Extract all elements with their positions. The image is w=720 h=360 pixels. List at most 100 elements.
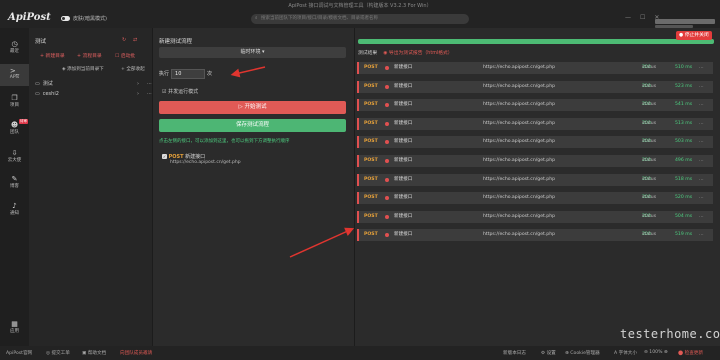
method-label: POST (364, 83, 378, 89)
maximize-icon[interactable]: ☐ (640, 14, 645, 21)
method-label: POST (364, 176, 378, 182)
chevron-right-icon[interactable]: › (137, 91, 139, 97)
rail-item-team[interactable]: 待审 ☻ 团队 (0, 119, 29, 135)
add-to-current-dir-button[interactable]: ◈ 添加到当前目录下 (62, 66, 104, 72)
rail-label: 项目 (10, 103, 19, 108)
api-url: https://echo.apipost.cn/get.php (483, 65, 556, 70)
api-name: 新建接口 (394, 213, 413, 219)
app-logo: ApiPost (8, 12, 51, 23)
collapse-all-button[interactable]: + 全部收起 (121, 66, 145, 72)
collapse-all-label: 全部收起 (126, 67, 145, 72)
results-header: 测试结果 ◉ 导出为测试报告（html格式） (358, 49, 453, 56)
minimize-icon[interactable]: — (625, 14, 631, 21)
invite-link[interactable]: 向团队成员邀请 (120, 350, 152, 356)
user-avatar-redacted[interactable] (655, 19, 715, 24)
response-size: … (699, 176, 704, 182)
status-dot-icon (385, 214, 389, 219)
cookie-manager-link[interactable]: ⊕ Cookie管理器 (565, 350, 600, 356)
changelog-link[interactable]: 新版本日志 (503, 350, 526, 356)
response-time: 496 ms (675, 158, 693, 163)
response-time: 503 ms (675, 139, 693, 145)
method-label: POST (364, 139, 378, 145)
folder-icon: ▭ (35, 80, 40, 87)
new-dir-button[interactable]: + 新建目录 (40, 52, 65, 59)
method-label: POST (364, 120, 378, 126)
result-row[interactable]: POST 新建接口 https://echo.apipost.cn/get.php s… (357, 117, 713, 130)
font-size-link[interactable]: A 字体大小 (614, 350, 637, 356)
method-label: POST (364, 158, 378, 163)
status-prefix: status (642, 120, 657, 126)
response-time: 518 ms (675, 176, 693, 182)
sync-icon[interactable]: ⇄ (133, 37, 137, 43)
result-row[interactable]: POST 新建接口 https://echo.apipost.cn/get.php s… (357, 229, 713, 242)
status-dot-icon (385, 233, 389, 238)
launch-batch-button[interactable]: ☐ 启动批 (115, 52, 135, 59)
tree-item-label: 测试 (42, 81, 53, 87)
result-row[interactable]: POST 新建接口 https://echo.apipost.cn/get.php s… (357, 155, 713, 167)
api-name: 新建接口 (394, 120, 413, 126)
tree-item-label: ceshi2 (42, 91, 59, 97)
rail-label: 云大使 (7, 158, 22, 163)
rail-item-project[interactable]: ❐ 项目 (0, 94, 29, 108)
status-dot-icon (385, 177, 389, 182)
status-code: status 200 (642, 62, 656, 74)
refresh-icon[interactable]: ↻ (122, 37, 126, 43)
api-name: 新建接口 (394, 232, 413, 238)
response-size: … (699, 158, 704, 163)
export-report-link[interactable]: ◉ 导出为测试报告（html格式） (383, 49, 452, 56)
help-docs-link[interactable]: ▣ 帮助文档 (82, 350, 106, 356)
rail-item-cloud[interactable]: ⇩ 云大使 (0, 149, 29, 163)
submit-ticket-link[interactable]: ◎ 提交工单 (46, 350, 70, 356)
search-input[interactable]: ⌕ 搜索当前团队下的项目/接口/目录/模板文档、目录或者名称 (251, 14, 469, 24)
result-row[interactable]: POST 新建接口 https://echo.apipost.cn/get.php s… (357, 62, 713, 74)
toggle-icon[interactable] (61, 16, 70, 21)
status-code: status 200 (642, 211, 656, 223)
rail-item-blog[interactable]: ✎ 博客 (0, 175, 29, 189)
status-code: status 200 (642, 229, 656, 241)
terminal-icon: >_ (9, 67, 20, 75)
rail-item-recent[interactable]: ◷ 最近 (0, 40, 29, 54)
response-size: … (699, 83, 704, 89)
tree-item[interactable]: ▭ ceshi2 › ⋯ (35, 91, 152, 97)
result-row[interactable]: POST 新建接口 https://echo.apipost.cn/get.php s… (357, 192, 713, 205)
response-size: … (699, 102, 704, 108)
settings-link[interactable]: ⚙ 设置 (541, 350, 556, 356)
api-url: https://echo.apipost.cn/get.php (483, 102, 556, 108)
status-prefix: status (642, 158, 657, 163)
status-dot-icon (385, 196, 389, 201)
theme-toggle[interactable]: 皮肤(暗黑模式) (61, 15, 107, 22)
add-to-current-dir-label: 添加到当前目录下 (67, 67, 104, 72)
api-tree-panel (29, 28, 153, 346)
process-dir-button[interactable]: + 流程目录 (77, 52, 102, 59)
rail-item-apis[interactable]: >_ APIs (0, 64, 29, 86)
zoom-control[interactable]: ⊖ 100% ⊕ (644, 350, 668, 355)
rail-item-apps[interactable]: ▦ 应用 (0, 320, 29, 334)
stop-close-button[interactable]: ● 停止并关闭 (676, 31, 712, 40)
grid-icon: ▦ (11, 320, 18, 328)
result-row[interactable]: POST 新建接口 https://echo.apipost.cn/get.php s… (357, 173, 713, 186)
official-site-link[interactable]: ApiPost官网 (6, 350, 32, 356)
rail-item-notify[interactable]: ♪ 通知 (0, 202, 29, 216)
result-row[interactable]: POST 新建接口 https://echo.apipost.cn/get.php s… (357, 80, 713, 93)
api-name: 新建接口 (394, 83, 413, 89)
status-prefix: status (642, 176, 657, 182)
response-time: 504 ms (675, 213, 693, 219)
results-title: 测试结果 (358, 51, 378, 56)
window-title: ApiPost 接口调试与文档管理工具（构建版本 V3.2.3 For Win） (0, 0, 720, 12)
result-row[interactable]: POST 新建接口 https://echo.apipost.cn/get.php s… (357, 99, 713, 112)
response-size: … (699, 195, 704, 201)
rail-label: 团队 (10, 130, 19, 135)
check-update-link[interactable]: ⬤ 检查更新 (678, 350, 703, 356)
method-label: POST (364, 102, 378, 108)
api-name: 新建接口 (394, 65, 413, 70)
response-time: 519 ms (675, 232, 693, 238)
method-label: POST (364, 213, 378, 219)
api-name: 新建接口 (394, 158, 413, 163)
status-prefix: status (642, 232, 657, 238)
result-row[interactable]: POST 新建接口 https://echo.apipost.cn/get.php s… (357, 210, 713, 223)
response-time: 510 ms (675, 65, 693, 70)
chevron-right-icon[interactable]: › (137, 81, 139, 87)
status-dot-icon (385, 121, 389, 126)
tree-item[interactable]: ▭ 测试 › ⋯ (35, 80, 152, 88)
result-row[interactable]: POST 新建接口 https://echo.apipost.cn/get.php s… (357, 136, 713, 149)
